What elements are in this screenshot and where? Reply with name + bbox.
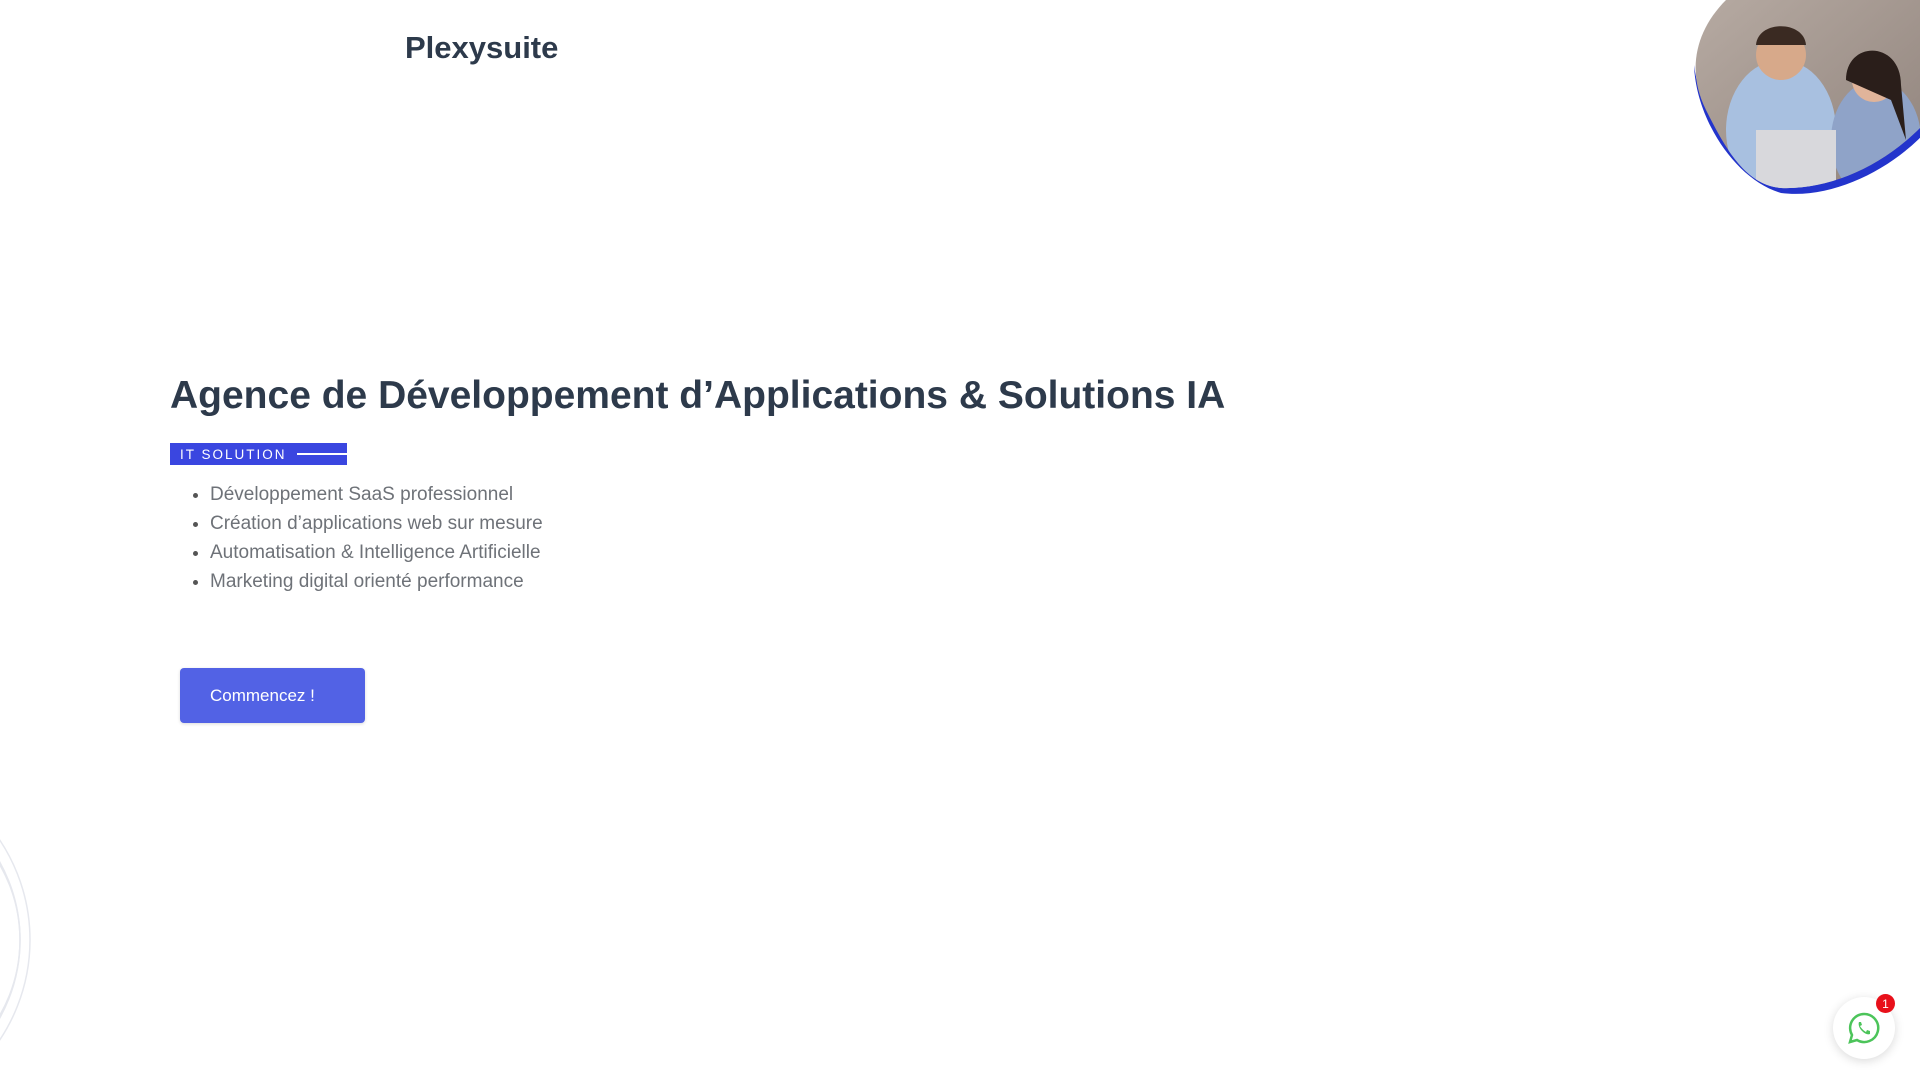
it-solution-tag: IT SOLUTION xyxy=(170,443,347,465)
notification-badge: 1 xyxy=(1876,994,1895,1013)
feature-item: Marketing digital orienté performance xyxy=(210,567,543,596)
hero-photo-people-laptop xyxy=(1694,0,1920,194)
hero-title: Agence de Développement d’Applications &… xyxy=(170,374,1226,417)
tag-label: IT SOLUTION xyxy=(180,446,287,462)
feature-item: Développement SaaS professionnel xyxy=(210,480,543,509)
tag-line-decoration xyxy=(296,453,347,455)
decorative-arcs xyxy=(0,839,31,1041)
site-logo[interactable]: Plexysuite xyxy=(405,30,558,66)
get-started-button[interactable]: Commencez ! xyxy=(180,668,365,723)
feature-list: Développement SaaS professionnel Créatio… xyxy=(170,480,543,596)
feature-item: Automatisation & Intelligence Artificiel… xyxy=(210,538,543,567)
feature-item: Création d’applications web sur mesure xyxy=(210,509,543,538)
whatsapp-icon xyxy=(1848,1012,1880,1044)
